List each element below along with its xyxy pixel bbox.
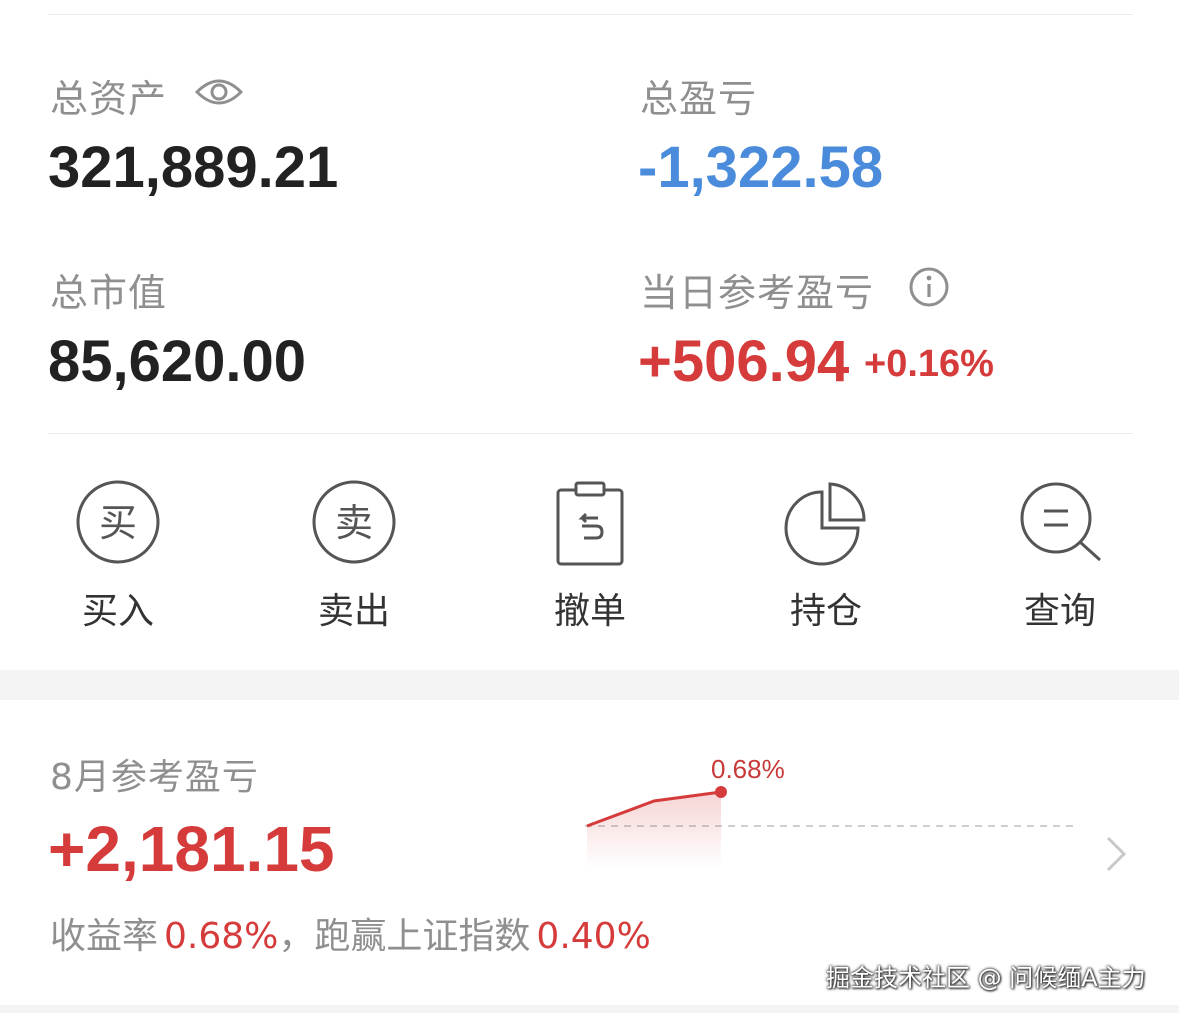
pie-chart-icon [784, 482, 866, 566]
yield-value: 0.68% [164, 916, 279, 957]
sell-icon: 卖 [312, 480, 396, 564]
market-value-label: 总市值 [50, 271, 168, 315]
total-pnl-value: -1,322.58 [638, 135, 884, 200]
benchmark-label: 跑赢上证指数 [314, 916, 531, 957]
svg-text:卖: 卖 [335, 501, 373, 545]
positions-label: 持仓 [789, 591, 862, 632]
top-divider [48, 14, 1133, 15]
eye-icon[interactable] [194, 74, 244, 110]
chart-point [715, 786, 727, 798]
total-assets-label: 总资产 [50, 77, 168, 121]
total-pnl-label: 总盈亏 [640, 77, 758, 121]
section-gap [0, 670, 1179, 700]
bottom-gap [0, 1005, 1179, 1013]
monthly-title: 8月参考盈亏 [50, 757, 259, 798]
buy-button[interactable]: 买 买入 [38, 470, 198, 640]
daily-pnl-value: +506.94 [638, 329, 850, 394]
sell-label: 卖出 [317, 591, 390, 632]
sell-button[interactable]: 卖 卖出 [274, 470, 434, 640]
buy-icon: 买 [76, 480, 160, 564]
monthly-mini-chart: 0.68% [585, 754, 1075, 868]
stats-separator: ， [278, 916, 315, 957]
monthly-value: +2,181.15 [48, 813, 335, 885]
chart-point-label: 0.68% [711, 754, 785, 784]
daily-pnl-percent: +0.16% [864, 343, 994, 385]
cancel-order-label: 撤单 [553, 591, 626, 632]
benchmark-value: 0.40% [536, 916, 651, 957]
cancel-order-icon [556, 481, 624, 566]
summary-divider [48, 433, 1133, 434]
buy-label: 买入 [81, 591, 154, 632]
search-icon [1020, 482, 1102, 562]
total-assets-value: 321,889.21 [48, 135, 339, 200]
daily-pnl-label: 当日参考盈亏 [640, 271, 875, 315]
monthly-stats-line: 收益率 0.68%，跑赢上证指数 0.40% [50, 915, 651, 959]
chart-area [587, 792, 721, 868]
query-label: 查询 [1023, 591, 1096, 632]
query-button[interactable]: 查询 [980, 470, 1140, 640]
positions-button[interactable]: 持仓 [746, 470, 906, 640]
svg-text:买: 买 [99, 501, 137, 545]
yield-label: 收益率 [50, 916, 159, 957]
info-icon[interactable] [908, 266, 950, 308]
action-bar: 买 买入 卖 卖出 撤单 持仓 查询 [0, 470, 1179, 640]
cancel-order-button[interactable]: 撤单 [510, 470, 670, 640]
watermark: 掘金技术社区 @ 问候缅A主力 [826, 964, 1146, 992]
chevron-right-icon[interactable] [1104, 834, 1128, 874]
market-value-value: 85,620.00 [48, 329, 307, 394]
